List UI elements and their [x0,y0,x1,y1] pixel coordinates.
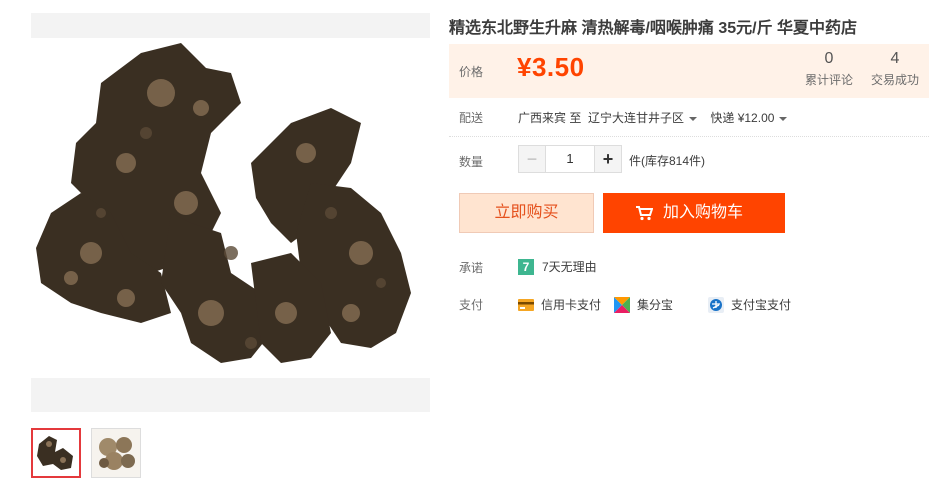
shipping-select[interactable]: 快递 ¥12.00 [710,111,797,125]
reviews-count: 0 [824,50,834,67]
price-panel: 价格 ¥3.50 0 累计评论 4 交易成功 [449,44,929,98]
buy-now-button[interactable]: 立即购买 [459,193,594,233]
quantity-input[interactable]: 1 [546,145,594,173]
price-label: 价格 [459,65,484,79]
reviews-stat[interactable]: 0 累计评论 [799,50,859,88]
increase-button[interactable]: + [594,145,622,173]
caret-down-icon [779,116,788,121]
delivery-info: 广西来宾 至 辽宁大连甘井子区 快递 ¥12.00 [518,109,797,126]
payment-label: 支付 [459,298,484,312]
thumbnail-strip [31,428,141,478]
payment-credit-card[interactable]: 信用卡支付 [518,296,601,313]
decrease-button[interactable]: − [518,145,546,173]
thumbnail-2[interactable] [91,428,141,478]
credit-card-icon [518,298,534,311]
payment-method-label: 支付宝支付 [731,298,792,312]
alipay-icon [708,296,724,313]
delivery-label: 配送 [459,111,484,125]
add-to-cart-button[interactable]: 加入购物车 [603,193,785,233]
quantity-label: 数量 [459,155,484,169]
reviews-label: 累计评论 [804,73,853,87]
payment-jifenbao[interactable]: 集分宝 [614,296,673,313]
promise-item[interactable]: 7 7天无理由 [518,258,597,275]
delivery-destination: 辽宁大连甘井子区 [588,111,685,125]
payment-alipay[interactable]: 支付宝支付 [708,296,791,313]
delivery-destination-select[interactable]: 辽宁大连甘井子区 [588,111,707,125]
cart-icon [636,206,653,221]
price-value: ¥3.50 [517,52,585,82]
caret-down-icon [689,116,698,121]
promise-text: 7天无理由 [542,260,597,274]
delivery-origin: 广西来宾 至 [518,111,582,125]
payment-method-label: 集分宝 [637,298,674,312]
add-to-cart-label: 加入购物车 [663,204,744,221]
product-title: 精选东北野生升麻 清热解毒/咽喉肿痛 35元/斤 华夏中药店 [449,20,858,37]
shipping-fee: 快递 ¥12.00 [710,111,775,125]
promise-label: 承诺 [459,261,484,275]
main-product-image [31,13,430,412]
quantity-stepper: − 1 + [518,145,622,173]
sales-stat: 4 交易成功 [865,50,925,88]
thumbnail-1[interactable] [31,428,81,478]
seven-day-icon: 7 [518,258,534,275]
payment-method-label: 信用卡支付 [541,298,602,312]
sales-count: 4 [890,50,900,67]
sales-label: 交易成功 [870,73,919,87]
stock-info: 件(库存814件) [629,154,706,168]
divider [449,136,929,137]
jifenbao-icon [614,296,630,313]
